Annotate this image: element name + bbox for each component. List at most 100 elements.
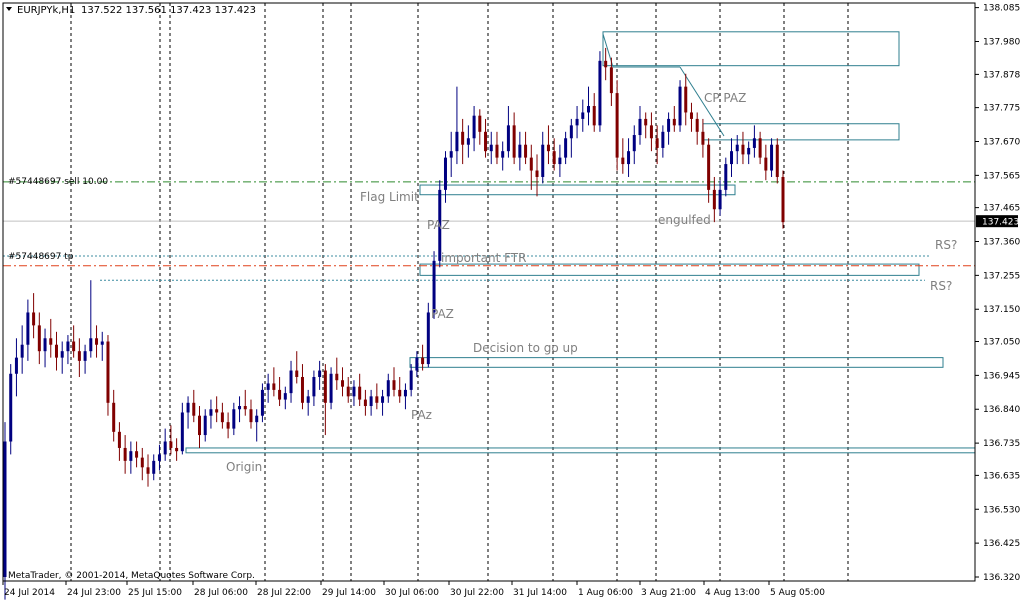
candle-body <box>9 373 13 442</box>
candle-body <box>295 370 299 377</box>
candle-body <box>409 370 413 390</box>
candle-body <box>26 312 30 345</box>
candle-body <box>43 338 47 352</box>
time-tick-label: 30 Jul 22:00 <box>450 588 504 598</box>
candle-body <box>718 189 722 210</box>
candle-body <box>375 396 379 403</box>
candle-body <box>117 431 121 448</box>
candle-body <box>278 389 282 400</box>
time-tick-label: 30 Jul 06:00 <box>385 588 439 598</box>
candle-body <box>747 147 751 155</box>
annotation-label: important FTR <box>441 251 526 265</box>
candle-body <box>689 112 693 119</box>
candle-body <box>14 357 18 374</box>
candle-body <box>707 144 711 190</box>
candle-body <box>575 118 579 126</box>
candle-body <box>564 138 568 158</box>
annotation-label: CP PAZ <box>704 91 746 105</box>
annotation-label: Decision to go up <box>473 341 578 355</box>
price-tick-label: 137.878 <box>983 70 1020 80</box>
candle-body <box>163 441 167 455</box>
candle-body <box>323 370 327 403</box>
candle-body <box>581 112 585 119</box>
candle-body <box>95 338 99 345</box>
candle-body <box>318 370 322 377</box>
candle-body <box>615 93 619 158</box>
candle-body <box>135 451 139 458</box>
candle-body <box>266 383 270 390</box>
candle-body <box>558 157 562 165</box>
candle-body <box>775 144 779 177</box>
annotation-label: PAZ <box>427 218 450 232</box>
candle-body <box>604 60 608 68</box>
candle-body <box>215 409 219 413</box>
time-tick-label: 3 Aug 21:00 <box>641 588 696 598</box>
price-chart[interactable]: CP PAZ Flag Limit PAZ engulfed important FTR… <box>0 0 1020 600</box>
sell-order-label: #57448697 sell 10.00 <box>8 177 108 187</box>
candle-body <box>489 144 493 152</box>
candle-body <box>678 86 682 126</box>
candle-body <box>180 412 184 452</box>
price-tick-label: 137.980 <box>983 37 1020 47</box>
candle-body <box>684 86 688 113</box>
candle-body <box>129 451 133 461</box>
candle-body <box>403 389 407 397</box>
price-tick-label: 136.945 <box>983 371 1020 381</box>
candle-body <box>106 341 110 403</box>
price-tick-label: 137.360 <box>983 237 1020 247</box>
candle-body <box>146 467 150 474</box>
candle-body <box>192 402 196 416</box>
candle-body <box>524 144 528 158</box>
candle-body <box>546 144 550 152</box>
symbol-label: EURJPYk,H1 <box>17 5 75 16</box>
price-tick-label: 136.530 <box>983 505 1020 515</box>
candle-body <box>209 409 213 416</box>
candle-body <box>198 415 201 436</box>
candle-body <box>592 106 596 126</box>
candle-body <box>37 325 41 352</box>
price-tick-label: 137.670 <box>983 137 1020 147</box>
candle-body <box>672 118 676 126</box>
candle-body <box>730 151 734 165</box>
candle-body <box>32 312 36 326</box>
price-tick-label: 136.840 <box>983 405 1020 415</box>
candle-body <box>609 67 613 94</box>
current-price-label: 137.423 <box>982 218 1019 228</box>
time-tick-label: 28 Jul 22:00 <box>257 588 311 598</box>
price-tick-label: 137.050 <box>983 338 1020 348</box>
candle-body <box>644 118 648 126</box>
candle-body <box>386 380 390 397</box>
candle-body <box>443 157 447 190</box>
candle-body <box>272 383 276 390</box>
candle-body <box>335 373 339 381</box>
candle-body <box>381 396 385 403</box>
candle-body <box>346 386 350 397</box>
candle-body <box>781 176 785 223</box>
price-tick-label: 137.255 <box>983 271 1020 281</box>
candle-body <box>226 422 230 429</box>
candle-body <box>426 312 430 365</box>
candle-body <box>352 386 356 397</box>
annotation-label: Flag Limit <box>360 190 419 204</box>
candle-body <box>249 409 253 423</box>
chart-background <box>0 0 1020 600</box>
candle-body <box>157 454 161 461</box>
candle-body <box>764 157 768 171</box>
candle-body <box>512 125 516 158</box>
candle-body <box>66 341 70 352</box>
candle-body <box>306 396 310 403</box>
candle-body <box>300 376 304 403</box>
candle-body <box>255 415 259 423</box>
candle-body <box>220 412 224 423</box>
time-tick-label: 5 Aug 05:00 <box>770 588 825 598</box>
time-tick-label: 28 Jul 06:00 <box>194 588 248 598</box>
candle-body <box>632 135 636 152</box>
candle-body <box>54 344 58 358</box>
candle-body <box>770 144 774 171</box>
candle-body <box>283 393 287 400</box>
candle-body <box>712 189 716 210</box>
candle-body <box>724 164 728 190</box>
candle-body <box>289 370 293 394</box>
candle-body <box>621 157 625 165</box>
candle-body <box>358 386 362 400</box>
